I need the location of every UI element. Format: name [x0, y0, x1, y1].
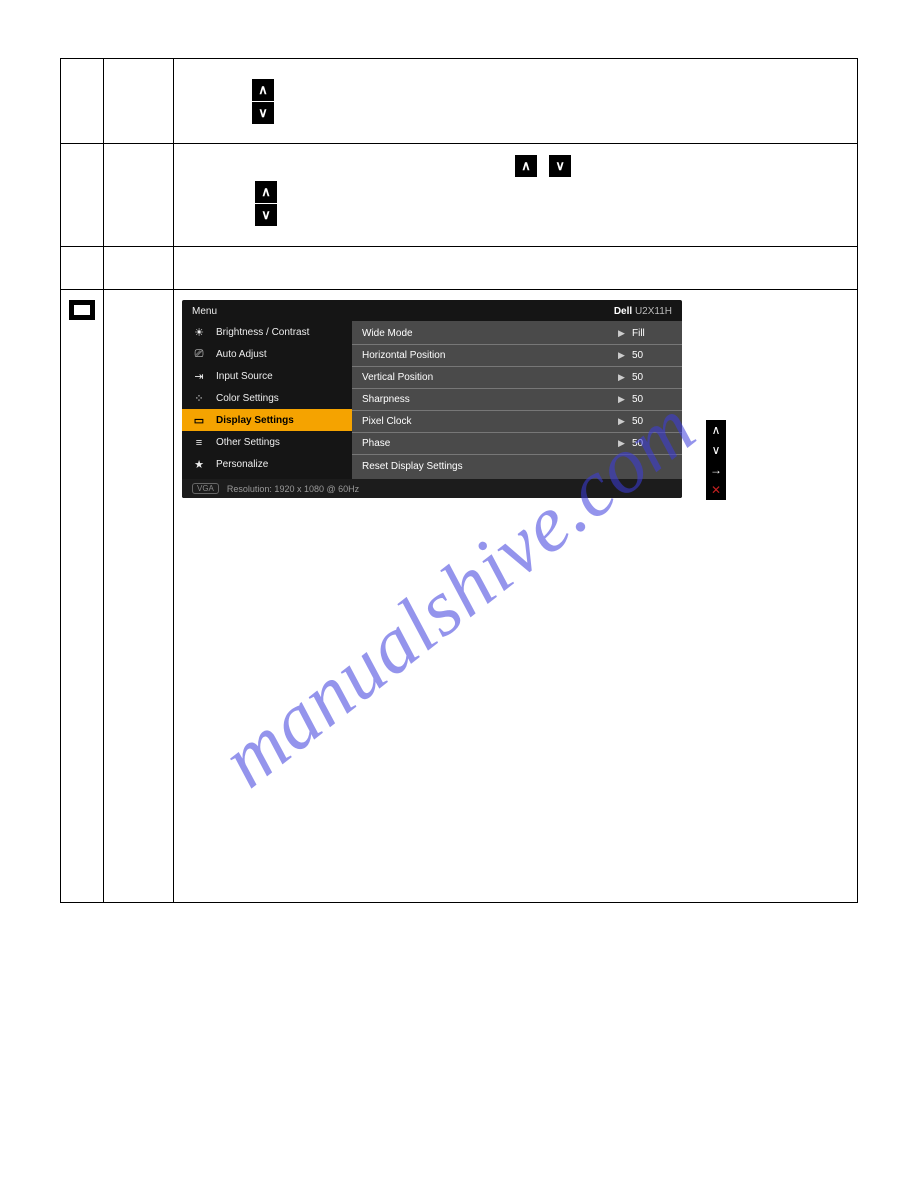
osd-menu-item[interactable]: ⇥ Input Source [182, 365, 352, 387]
osd-menu-item[interactable]: ⎚ Auto Adjust [182, 343, 352, 365]
osd-option-row[interactable]: Horizontal Position▶50 [352, 345, 682, 367]
osd-screenshot-wrap: Menu Dell U2X11H ☀ Brightness / Contrast ⎚… [182, 296, 849, 506]
triangle-right-icon: ▶ [618, 394, 632, 405]
osd-footer: VGA Resolution: 1920 x 1080 @ 60Hz [182, 479, 682, 498]
osd-option-row[interactable]: Vertical Position▶50 [352, 367, 682, 389]
osd-menu-item-label: Brightness / Contrast [216, 327, 309, 338]
osd-option-label: Phase [362, 438, 618, 449]
cell-blank [104, 59, 174, 144]
osd-option-label: Vertical Position [362, 372, 618, 383]
osd-menu-item-icon: ▭ [190, 414, 208, 427]
osd-option-value: 50 [632, 438, 672, 449]
osd-option-value: 50 [632, 416, 672, 427]
display-settings-icon [69, 300, 95, 320]
osd-menu-item[interactable]: ☀ Brightness / Contrast [182, 321, 352, 343]
up-arrow-icon[interactable]: ∧ [252, 79, 274, 101]
osd-control-button[interactable]: ∧ [706, 420, 726, 440]
cell-r2-text: ∧ ∨ ∧ ∨ [174, 144, 858, 247]
osd-option-row[interactable]: Sharpness▶50 [352, 389, 682, 411]
cell-display-content: Menu Dell U2X11H ☀ Brightness / Contrast ⎚… [174, 290, 858, 903]
osd-option-value: 50 [632, 350, 672, 361]
up-arrow-icon[interactable]: ∧ [255, 181, 277, 203]
osd-option-row[interactable]: Wide Mode▶Fill [352, 323, 682, 345]
osd-header: Menu Dell U2X11H [182, 300, 682, 321]
osd-menu-item-icon: ⎚ [190, 348, 208, 361]
osd-body: ☀ Brightness / Contrast ⎚ Auto Adjust ⇥ Input… [182, 321, 682, 479]
triangle-right-icon: ▶ [618, 438, 632, 449]
osd-option-value: Fill [632, 328, 672, 339]
osd-menu-item-label: Input Source [216, 371, 273, 382]
osd-menu-item[interactable]: ⁘ Color Settings [182, 387, 352, 409]
osd-option-label: Sharpness [362, 394, 618, 405]
osd-option-row[interactable]: Phase▶50 [352, 433, 682, 455]
cell-blank-icon-2 [61, 144, 104, 247]
osd-side-controls: ∧∨→✕ [706, 420, 726, 500]
osd-menu-item-label: Display Settings [216, 415, 294, 426]
cell-blank-icon [61, 59, 104, 144]
up-arrow-icon[interactable]: ∧ [515, 155, 537, 177]
down-arrow-icon[interactable]: ∨ [549, 155, 571, 177]
osd-control-button[interactable]: ∨ [706, 440, 726, 460]
cell-r3-text [174, 247, 858, 290]
triangle-right-icon: ▶ [618, 416, 632, 427]
triangle-right-icon: ▶ [618, 372, 632, 383]
osd-menu-item-label: Color Settings [216, 393, 279, 404]
up-down-stack: ∧ ∨ [252, 78, 274, 125]
osd-option-label: Wide Mode [362, 328, 618, 339]
cell-r1-text: ∧ ∨ [174, 59, 858, 144]
cell-blank-2 [104, 144, 174, 247]
osd-menu-item[interactable]: ★ Personalize [182, 453, 352, 475]
osd-menu-item-icon: ≡ [190, 437, 208, 449]
osd-menu-item-icon: ⁘ [190, 392, 208, 405]
osd-control-button[interactable]: → [706, 460, 726, 480]
osd-option-label: Reset Display Settings [362, 461, 632, 472]
cell-label-display [104, 290, 174, 903]
osd-menu-item[interactable]: ▭ Display Settings [182, 409, 352, 431]
cell-blank-icon-3 [61, 247, 104, 290]
cell-icon-display [61, 290, 104, 903]
osd-menu: Menu Dell U2X11H ☀ Brightness / Contrast ⎚… [182, 300, 682, 498]
osd-menu-item-label: Auto Adjust [216, 349, 267, 360]
osd-option-row[interactable]: Reset Display Settings [352, 455, 682, 477]
osd-right-options: Wide Mode▶FillHorizontal Position▶50Vert… [352, 321, 682, 479]
osd-option-value: 50 [632, 372, 672, 383]
osd-input-badge: VGA [192, 483, 219, 494]
triangle-right-icon: ▶ [618, 350, 632, 361]
triangle-right-icon: ▶ [618, 328, 632, 339]
osd-menu-item-label: Other Settings [216, 437, 280, 448]
osd-menu-item-icon: ★ [190, 458, 208, 471]
osd-option-label: Horizontal Position [362, 350, 618, 361]
osd-left-menu: ☀ Brightness / Contrast ⎚ Auto Adjust ⇥ Input… [182, 321, 352, 479]
manual-page: ∧ ∨ ∧ ∨ [60, 58, 858, 1130]
cell-blank-3 [104, 247, 174, 290]
up-down-stack-2: ∧ ∨ [255, 180, 277, 227]
osd-resolution-text: Resolution: 1920 x 1080 @ 60Hz [227, 484, 359, 494]
osd-option-row[interactable]: Pixel Clock▶50 [352, 411, 682, 433]
manual-table: ∧ ∨ ∧ ∨ [60, 58, 858, 903]
osd-menu-item-icon: ⇥ [190, 370, 208, 383]
down-arrow-icon[interactable]: ∨ [252, 102, 274, 124]
osd-option-label: Pixel Clock [362, 416, 618, 427]
down-arrow-icon[interactable]: ∨ [255, 204, 277, 226]
osd-menu-item[interactable]: ≡ Other Settings [182, 431, 352, 453]
osd-brand: Dell [614, 306, 632, 317]
osd-menu-label: Menu [192, 306, 217, 317]
osd-model: U2X11H [635, 306, 672, 317]
osd-control-button[interactable]: ✕ [706, 480, 726, 500]
osd-menu-item-icon: ☀ [190, 326, 208, 339]
osd-option-value: 50 [632, 394, 672, 405]
osd-menu-item-label: Personalize [216, 459, 268, 470]
